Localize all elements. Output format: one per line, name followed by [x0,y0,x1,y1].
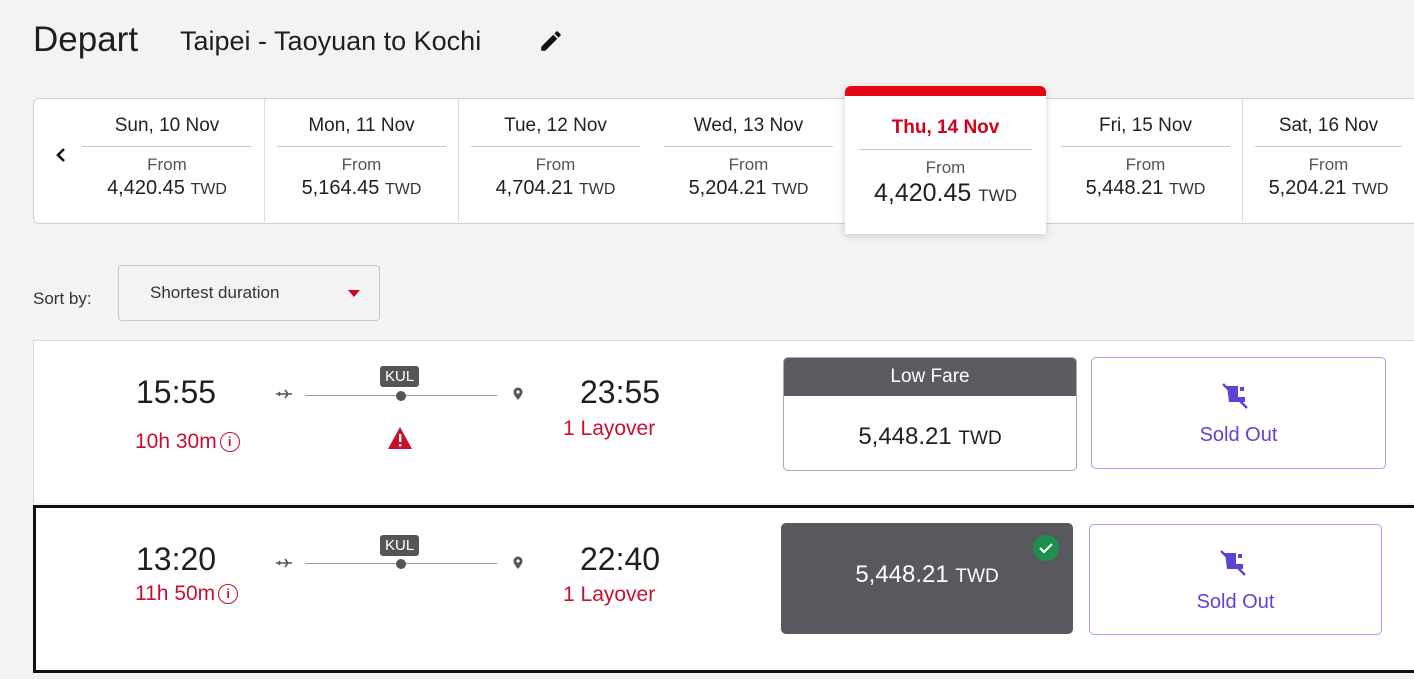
airplane-icon [276,389,292,399]
arrive-time: 22:40 [580,541,661,577]
price-value: 5,448.21 [858,423,952,450]
currency: TWD [978,186,1017,205]
from-label: From [535,155,576,174]
caret-down-icon [348,290,360,297]
currency: TWD [384,181,422,198]
fare-price: 5,448.21 TWD [781,561,1073,589]
from-label: From [925,158,966,177]
stop-code-badge: KUL [380,535,420,556]
price-value: 4,420.45 [107,177,185,199]
stop-dot [396,559,406,569]
date-price: 5,448.21 TWD [1049,177,1242,200]
date-label: Mon, 11 Nov [308,115,415,136]
stop-dot [396,391,406,401]
pencil-icon[interactable] [538,28,564,54]
duration-value: 11h 50m [135,582,216,605]
sold-out-option[interactable]: Sold Out [1089,524,1382,635]
date-card-sat-16-nov[interactable]: Sat, 16 Nov From 5,204.21 TWD [1243,99,1414,222]
divider [859,149,1032,150]
sold-out-option[interactable]: Sold Out [1091,357,1386,469]
date-price: 4,420.45 TWD [845,179,1046,208]
price-value: 5,204.21 [1268,177,1347,199]
sort-label: Sort by: [33,289,92,308]
currency: TWD [190,181,227,198]
date-card-fri-15-nov[interactable]: Fri, 15 Nov From 5,448.21 TWD [1049,99,1243,222]
depart-time: 15:55 [136,374,217,410]
location-pin-icon [513,556,523,569]
date-card-sun-10-nov[interactable]: Sun, 10 Nov From 4,420.45 TWD [70,99,265,222]
divider [277,146,446,147]
price-value: 4,704.21 [495,177,574,199]
currency: TWD [958,428,1002,449]
selected-indicator [845,86,1046,96]
location-pin-icon [513,387,523,400]
divider [1255,146,1402,147]
currency: TWD [1351,181,1389,198]
date-price: 4,420.45 TWD [70,177,264,200]
from-label: From [1308,155,1349,174]
checkmark-icon [1033,535,1059,561]
price-value: 4,420.45 [874,179,972,207]
depart-time: 13:20 [136,541,217,577]
date-label: Tue, 12 Nov [504,115,607,136]
price-value: 5,204.21 [688,177,767,199]
currency: TWD [771,181,809,198]
date-card-mon-11-nov[interactable]: Mon, 11 Nov From 5,164.45 TWD [265,99,459,222]
seat-unavailable-icon [1220,550,1246,576]
seat-unavailable-icon [1222,383,1248,409]
currency: TWD [578,181,616,198]
date-card-wed-13-nov[interactable]: Wed, 13 Nov From 5,204.21 TWD [652,99,846,222]
route-title: Taipei - Taoyuan to Kochi [180,26,482,56]
price-value: 5,448.21 [1085,177,1164,199]
price-value: 5,164.45 [301,177,380,199]
date-label: Wed, 13 Nov [693,115,804,136]
date-label: Sun, 10 Nov [114,115,220,136]
date-label: Fri, 15 Nov [1099,115,1192,136]
currency: TWD [955,566,999,587]
divider [1061,146,1230,147]
date-card-thu-14-nov-selected[interactable]: Thu, 14 Nov From 4,420.45 TWD [845,86,1046,234]
duration-value: 10h 30m [135,430,217,453]
flight-duration: 11h 50m i [135,582,239,606]
from-label: From [341,155,382,174]
info-icon[interactable]: i [218,584,239,605]
fare-label: Low Fare [784,358,1076,396]
from-label: From [1125,155,1166,174]
price-value: 5,448.21 [855,561,949,588]
divider [82,146,252,147]
divider [471,146,640,147]
chevron-left-icon[interactable] [50,140,72,170]
stop-code-badge: KUL [380,366,420,387]
sold-out-label: Sold Out [1199,424,1278,446]
date-price: 5,164.45 TWD [265,177,458,200]
from-label: From [728,155,769,174]
info-icon[interactable]: i [219,432,240,453]
date-card-tue-12-nov[interactable]: Tue, 12 Nov From 4,704.21 TWD [459,99,653,222]
low-fare-option[interactable]: Low Fare 5,448.21 TWD [783,357,1077,471]
flight-duration: 10h 30m i [135,430,240,454]
sold-out-label: Sold Out [1196,591,1275,613]
sort-dropdown[interactable]: Shortest duration [118,265,380,321]
fare-price: 5,448.21 TWD [784,423,1076,451]
arrive-time: 23:55 [580,374,661,410]
page-title: Depart [33,20,139,59]
date-label: Sat, 16 Nov [1278,115,1379,136]
date-price: 5,204.21 TWD [1243,177,1414,200]
currency: TWD [1168,181,1206,198]
date-price: 4,704.21 TWD [459,177,652,200]
date-price: 5,204.21 TWD [652,177,845,200]
divider [664,146,833,147]
from-label: From [147,155,187,174]
layover-text[interactable]: 1 Layover [563,417,655,441]
warning-triangle-icon [388,427,412,449]
sort-value: Shortest duration [150,283,280,302]
airplane-icon [276,558,292,568]
selected-fare-option[interactable]: 5,448.21 TWD [781,523,1073,634]
date-label: Thu, 14 Nov [891,117,1000,138]
layover-text[interactable]: 1 Layover [563,583,655,607]
